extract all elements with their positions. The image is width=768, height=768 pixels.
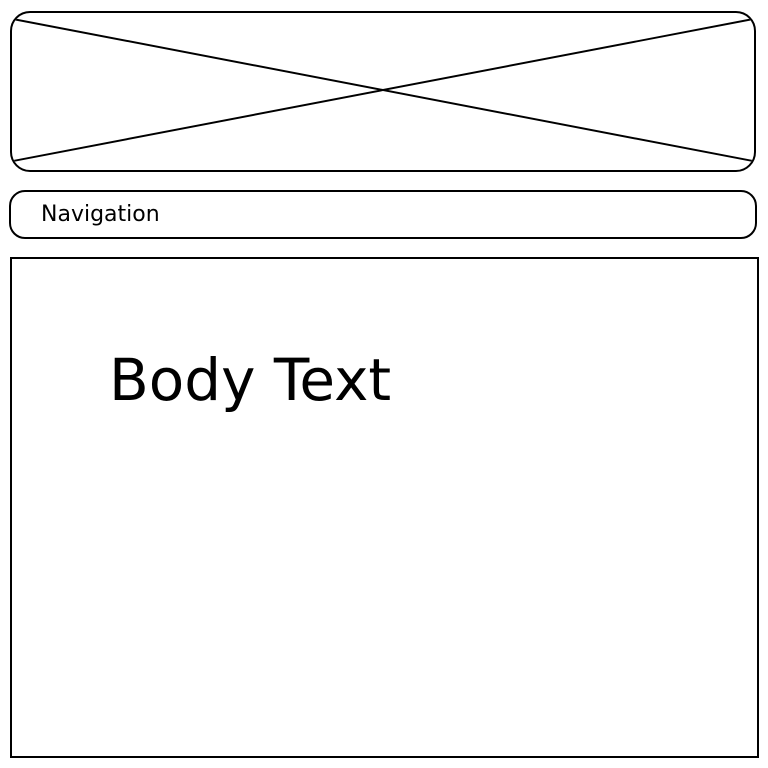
header-image-placeholder: [10, 11, 756, 172]
body-text: Body Text: [109, 346, 392, 414]
navigation-label: Navigation: [41, 202, 160, 227]
body-content-area: Body Text: [10, 257, 759, 758]
navigation-bar[interactable]: Navigation: [9, 190, 757, 239]
image-placeholder-icon: [12, 17, 754, 163]
